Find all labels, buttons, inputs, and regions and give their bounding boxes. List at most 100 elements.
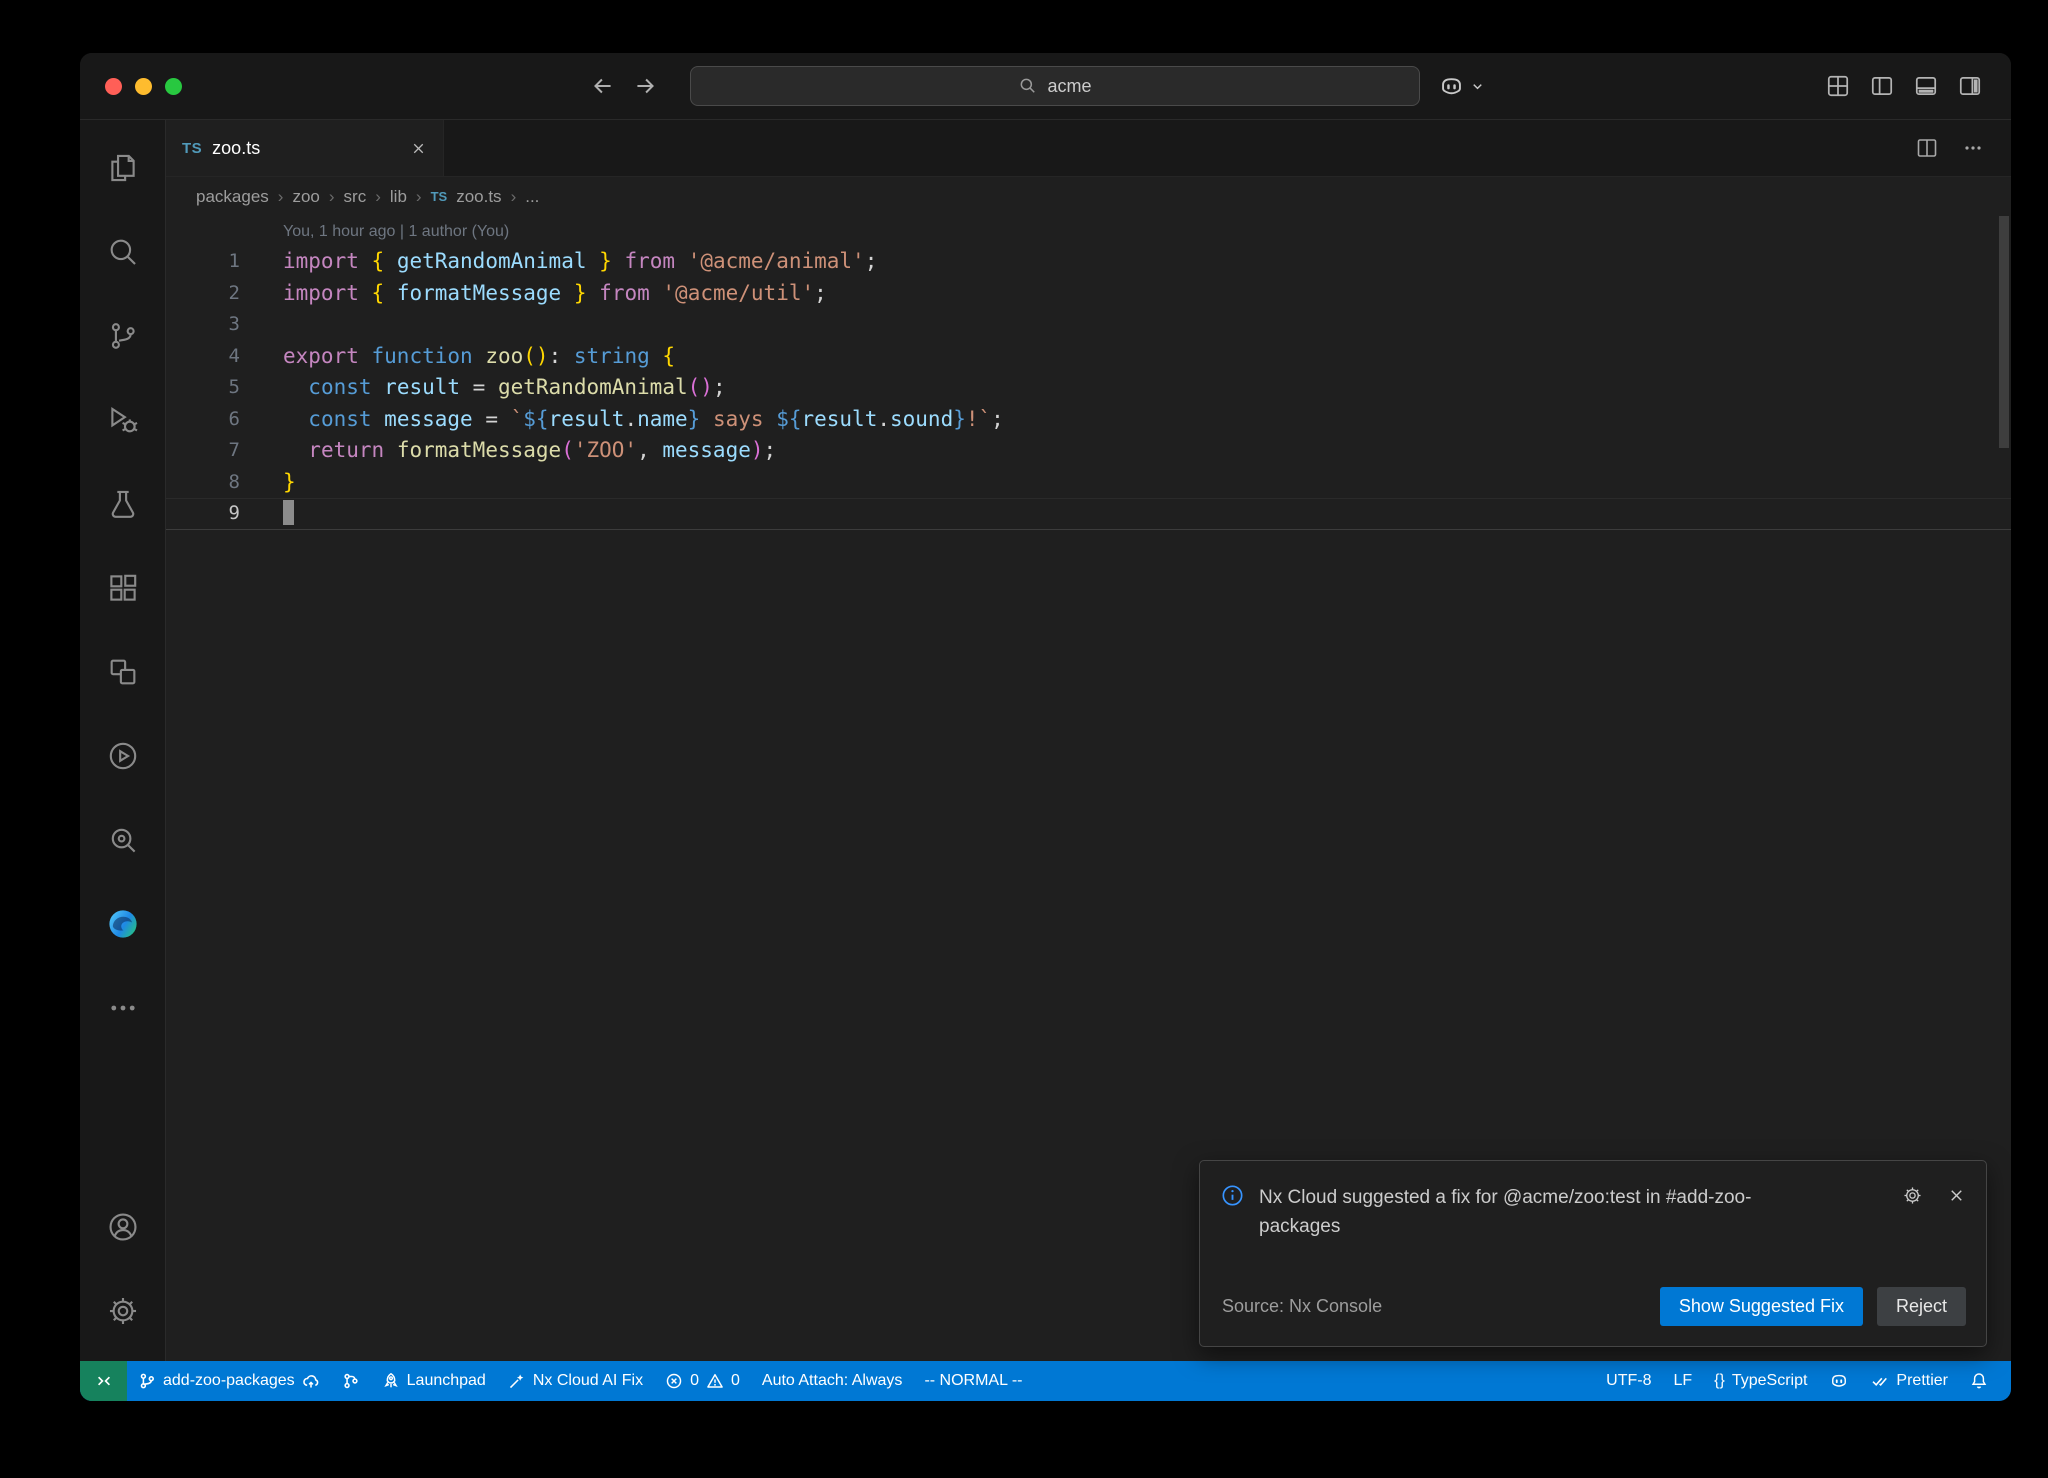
commit-graph-button[interactable] <box>331 1361 371 1401</box>
code-line[interactable]: 4export function zoo(): string { <box>166 341 2011 373</box>
go-back-button[interactable] <box>590 73 616 99</box>
go-forward-button[interactable] <box>632 73 658 99</box>
chevron-right-icon: › <box>329 187 335 207</box>
code-line[interactable]: 8} <box>166 467 2011 499</box>
testing-view-button[interactable] <box>80 462 166 546</box>
braces-icon: {} <box>1714 1372 1725 1390</box>
customize-layout-button[interactable] <box>1825 73 1851 99</box>
code-line[interactable]: 3 <box>166 309 2011 341</box>
vim-mode-status[interactable]: -- NORMAL -- <box>913 1361 1033 1401</box>
line-number[interactable]: 2 <box>166 278 240 310</box>
more-actions-button[interactable] <box>1961 136 1985 160</box>
breadcrumb-item-file[interactable]: zoo.ts <box>456 187 501 207</box>
status-bar-right: UTF-8 LF {} TypeScript Prettier <box>1595 1361 2011 1401</box>
command-center-search[interactable]: acme <box>690 66 1420 106</box>
toggle-primary-sidebar-button[interactable] <box>1869 73 1895 99</box>
breadcrumb-item-packages[interactable]: packages <box>196 187 269 207</box>
overlapping-squares-icon <box>106 655 140 689</box>
tab-title: zoo.ts <box>212 138 260 159</box>
gear-icon <box>1902 1185 1923 1206</box>
close-window-button[interactable] <box>105 78 122 95</box>
layout-controls <box>1825 53 1983 119</box>
code-line[interactable]: 9 <box>166 498 2011 530</box>
line-number[interactable]: 4 <box>166 341 240 373</box>
accounts-button[interactable] <box>80 1185 166 1269</box>
line-number[interactable]: 6 <box>166 404 240 436</box>
breadcrumb: packages › zoo › src › lib › TS zoo.ts ›… <box>166 177 2011 216</box>
line-number[interactable]: 5 <box>166 372 240 404</box>
code-lines: 1import { getRandomAnimal } from '@acme/… <box>166 246 2011 530</box>
line-number[interactable]: 3 <box>166 309 240 341</box>
search-icon <box>1018 76 1038 96</box>
tab-zoo-ts[interactable]: TS zoo.ts <box>166 120 444 176</box>
settings-button[interactable] <box>80 1269 166 1353</box>
run-debug-view-button[interactable] <box>80 378 166 462</box>
eol-status[interactable]: LF <box>1662 1361 1703 1401</box>
zoom-window-button[interactable] <box>165 78 182 95</box>
line-number[interactable]: 8 <box>166 467 240 499</box>
additional-views-button[interactable] <box>80 966 166 1050</box>
edge-browser-icon <box>106 907 140 941</box>
tab-bar: TS zoo.ts <box>166 120 2011 177</box>
git-branch-status[interactable]: add-zoo-packages <box>127 1361 331 1401</box>
notification-close-button[interactable] <box>1947 1185 1966 1206</box>
remote-indicator[interactable] <box>80 1361 127 1401</box>
toggle-panel-button[interactable] <box>1913 73 1939 99</box>
nx-cloud-ai-fix-status[interactable]: Nx Cloud AI Fix <box>497 1361 654 1401</box>
editor-scrollbar[interactable] <box>1999 216 2009 448</box>
breadcrumb-item-symbol[interactable]: ... <box>525 187 539 207</box>
warning-count: 0 <box>731 1372 740 1390</box>
reject-button[interactable]: Reject <box>1877 1287 1966 1326</box>
encoding-status[interactable]: UTF-8 <box>1595 1361 1662 1401</box>
line-number[interactable]: 9 <box>166 498 240 530</box>
line-number[interactable]: 1 <box>166 246 240 278</box>
breadcrumb-item-lib[interactable]: lib <box>390 187 407 207</box>
vim-mode-label: -- NORMAL -- <box>924 1372 1022 1390</box>
source-control-icon <box>106 319 140 353</box>
code-line[interactable]: 1import { getRandomAnimal } from '@acme/… <box>166 246 2011 278</box>
line-number[interactable]: 7 <box>166 435 240 467</box>
search-view-button[interactable] <box>80 210 166 294</box>
titlebar: acme <box>80 53 2011 120</box>
auto-attach-status[interactable]: Auto Attach: Always <box>751 1361 914 1401</box>
source-control-view-button[interactable] <box>80 294 166 378</box>
code-line[interactable]: 2import { formatMessage } from '@acme/ut… <box>166 278 2011 310</box>
ellipsis-icon <box>106 991 140 1025</box>
close-tab-button[interactable] <box>410 140 427 157</box>
notification-buttons: Show Suggested Fix Reject <box>1660 1287 1966 1326</box>
code-line[interactable]: 5 const result = getRandomAnimal(); <box>166 372 2011 404</box>
eol-label: LF <box>1673 1372 1692 1390</box>
code-line[interactable]: 7 return formatMessage('ZOO', message); <box>166 435 2011 467</box>
show-suggested-fix-button[interactable]: Show Suggested Fix <box>1660 1287 1863 1326</box>
split-editor-button[interactable] <box>1915 136 1939 160</box>
notifications-bell-button[interactable] <box>1959 1361 1999 1401</box>
edge-browser-view-button[interactable] <box>80 882 166 966</box>
chevron-right-icon: › <box>416 187 422 207</box>
status-bar: add-zoo-packages Launchpad Nx Cloud AI F… <box>80 1361 2011 1401</box>
code-text <box>240 309 283 341</box>
problems-status[interactable]: 0 0 <box>654 1361 751 1401</box>
toggle-secondary-sidebar-button[interactable] <box>1957 73 1983 99</box>
formatter-status[interactable]: Prettier <box>1860 1361 1959 1401</box>
launchpad-status[interactable]: Launchpad <box>371 1361 497 1401</box>
code-text: import { formatMessage } from '@acme/uti… <box>240 278 827 310</box>
layout-grid-icon <box>1825 73 1851 99</box>
copilot-status[interactable] <box>1818 1361 1860 1401</box>
breadcrumb-item-zoo[interactable]: zoo <box>292 187 319 207</box>
chevron-right-icon: › <box>375 187 381 207</box>
copilot-menu-button[interactable] <box>1438 66 1485 106</box>
explorer-view-button[interactable] <box>80 126 166 210</box>
info-icon <box>1220 1183 1245 1208</box>
copilot-icon <box>1829 1371 1849 1391</box>
minimize-window-button[interactable] <box>135 78 152 95</box>
language-mode-status[interactable]: {} TypeScript <box>1703 1361 1818 1401</box>
run-view-button[interactable] <box>80 714 166 798</box>
code-line[interactable]: 6 const message = `${result.name} says $… <box>166 404 2011 436</box>
notification-settings-button[interactable] <box>1902 1185 1923 1206</box>
custom-view-button[interactable] <box>80 630 166 714</box>
publish-changes-icon <box>302 1372 320 1390</box>
inspect-view-button[interactable] <box>80 798 166 882</box>
breadcrumb-item-src[interactable]: src <box>344 187 367 207</box>
git-blame-annotation: You, 1 hour ago | 1 author (You) <box>166 218 2011 246</box>
extensions-view-button[interactable] <box>80 546 166 630</box>
